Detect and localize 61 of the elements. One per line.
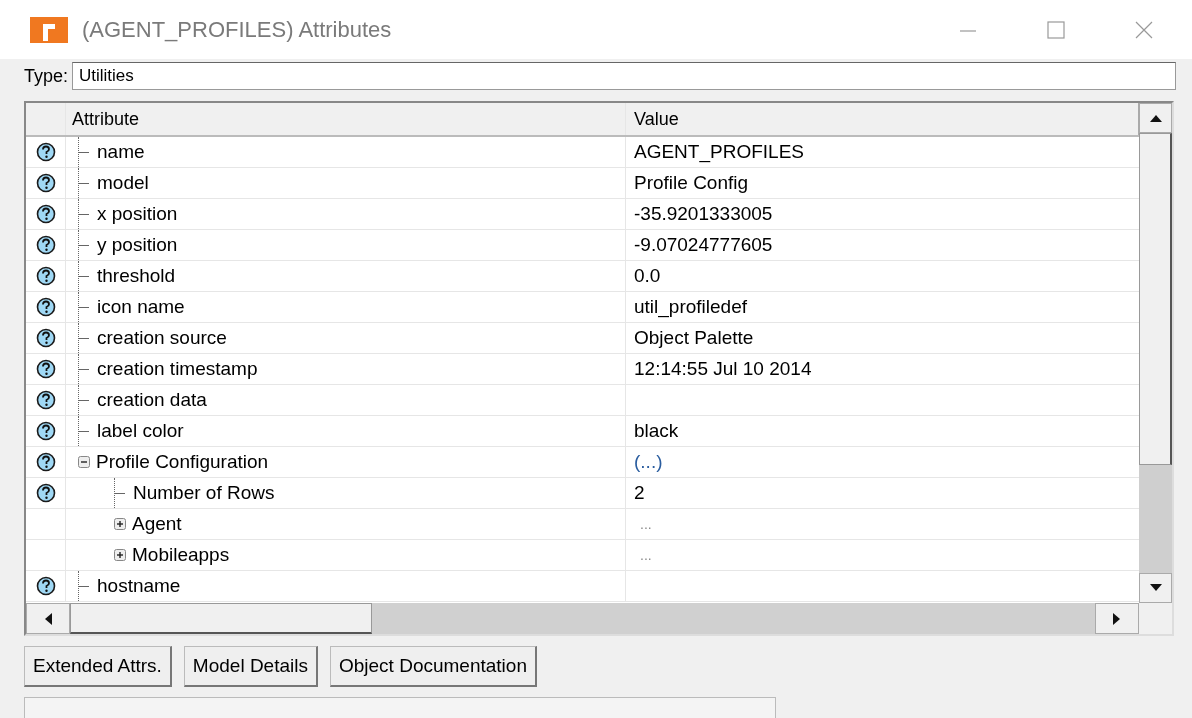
attribute-value: 12:14:55 Jul 10 2014: [634, 358, 812, 380]
vertical-scrollbar[interactable]: [1139, 103, 1172, 603]
attribute-name: threshold: [97, 265, 176, 287]
help-icon[interactable]: [35, 204, 56, 224]
attribute-name: creation source: [97, 327, 227, 349]
expand-icon[interactable]: [114, 518, 126, 530]
help-icon[interactable]: [35, 173, 56, 193]
attribute-name: hostname: [97, 575, 181, 597]
attribute-value: black: [634, 420, 679, 442]
window-title: (AGENT_PROFILES) Attributes: [82, 16, 393, 43]
expand-icon[interactable]: [114, 549, 126, 561]
close-icon[interactable]: [1134, 19, 1154, 40]
type-field[interactable]: Utilities: [72, 62, 1176, 90]
scroll-left-icon[interactable]: [44, 612, 52, 625]
attribute-name: Agent: [132, 513, 182, 535]
type-label: Type:: [24, 65, 69, 87]
scroll-up-icon[interactable]: [1149, 114, 1162, 122]
attribute-value: 2: [634, 482, 645, 504]
attribute-name: Profile Configuration: [96, 451, 269, 473]
attribute-value: util_profiledef: [634, 296, 748, 318]
dialog-button[interactable]: Model Details: [183, 646, 318, 687]
attribute-name: Number of Rows: [133, 482, 275, 504]
attribute-name: y position: [97, 234, 178, 256]
attribute-name: model: [97, 172, 149, 194]
scrollbar-thumb[interactable]: [1139, 133, 1172, 465]
help-icon[interactable]: [35, 576, 56, 596]
attribute-name: creation data: [97, 389, 207, 411]
help-icon[interactable]: [35, 328, 56, 348]
attribute-name: creation timestamp: [97, 358, 258, 380]
attribute-name: Mobileapps: [132, 544, 230, 566]
column-header[interactable]: Attribute: [66, 103, 626, 135]
collapse-icon[interactable]: [78, 456, 90, 468]
attribute-value: AGENT_PROFILES: [634, 141, 804, 163]
help-icon[interactable]: [35, 390, 56, 410]
attribute-name: x position: [97, 203, 178, 225]
attribute-name: icon name: [97, 296, 185, 318]
help-icon[interactable]: [35, 452, 56, 472]
scroll-right-icon[interactable]: [1113, 612, 1121, 625]
attribute-value: -9.07024777605: [634, 234, 773, 256]
attribute-value: Profile Config: [634, 172, 749, 194]
help-icon[interactable]: [35, 142, 56, 162]
attribute-value: ...: [639, 547, 652, 563]
attribute-value: ...: [639, 516, 652, 532]
help-icon[interactable]: [35, 421, 56, 441]
app-logo-icon: [30, 16, 68, 43]
help-icon[interactable]: [35, 266, 56, 286]
dialog-button[interactable]: Object Documentation: [329, 646, 537, 687]
dialog-button[interactable]: Extended Attrs.: [24, 646, 172, 687]
attribute-value: -35.9201333005: [634, 203, 773, 225]
help-icon[interactable]: [35, 297, 56, 317]
attribute-value: Object Palette: [634, 327, 754, 349]
help-icon[interactable]: [35, 235, 56, 255]
help-icon[interactable]: [35, 359, 56, 379]
help-icon[interactable]: [35, 483, 56, 503]
attribute-name: name: [97, 141, 145, 163]
attribute-name: label color: [97, 420, 184, 442]
horizontal-scrollbar[interactable]: [26, 603, 1139, 634]
scroll-down-icon[interactable]: [1149, 584, 1162, 592]
attribute-value: 0.0: [634, 265, 661, 287]
attribute-value: (...): [634, 451, 663, 473]
scrollbar-thumb[interactable]: [70, 603, 372, 634]
